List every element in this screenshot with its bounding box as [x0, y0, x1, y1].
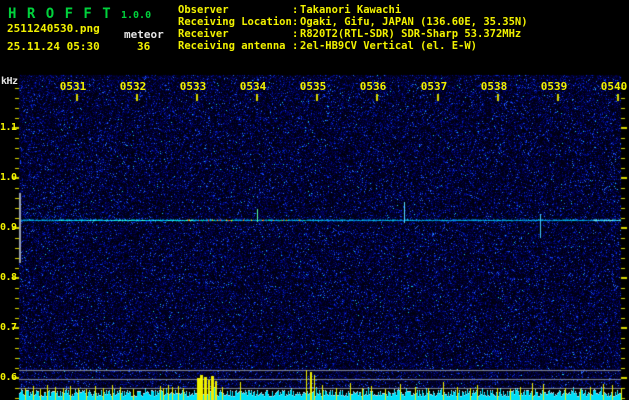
- time-tick-label: 0537: [420, 80, 448, 93]
- time-tick-label: 0534: [239, 80, 267, 93]
- observer-value: Takanori Kawachi: [300, 4, 402, 16]
- time-tick-label: 0536: [359, 80, 387, 93]
- freq-tick-label: 0.8: [0, 272, 17, 283]
- separator: :: [292, 16, 299, 28]
- observer-label: Observer: [178, 4, 229, 16]
- meteor-count: 36: [137, 40, 151, 53]
- app-title: H R O F F T: [8, 6, 112, 22]
- freq-tick-label: 1.1: [0, 122, 17, 133]
- receiver-value: R820T2(RTL-SDR) SDR-Sharp 53.372MHz: [300, 28, 522, 40]
- time-tick-label: 0531: [59, 80, 87, 93]
- freq-axis-unit: kHz: [1, 76, 18, 87]
- time-tick-label: 0540: [600, 80, 628, 93]
- time-tick-label: 0538: [480, 80, 508, 93]
- receiver-label: Receiver: [178, 28, 229, 40]
- spectrogram-canvas: [0, 0, 629, 400]
- info-row-antenna: Receiving antenna:2el-HB9CV Vertical (el…: [178, 40, 477, 52]
- freq-tick-label: 1.0: [0, 172, 17, 183]
- output-filename: 2511240530.png: [7, 22, 100, 35]
- location-value: Ogaki, Gifu, JAPAN (136.60E, 35.35N): [300, 16, 528, 28]
- freq-tick-label: 0.6: [0, 372, 17, 383]
- app-version: 1.0.0: [121, 10, 152, 21]
- freq-tick-label: 0.7: [0, 322, 17, 333]
- separator: :: [292, 4, 299, 16]
- info-row-location: Receiving Location: Ogaki, Gifu, JAPAN (1…: [178, 16, 528, 28]
- location-label: Receiving Location: [178, 16, 292, 28]
- time-tick-label: 0535: [299, 80, 327, 93]
- time-tick-label: 0532: [119, 80, 147, 93]
- freq-tick-label: 0.9: [0, 222, 17, 233]
- datetime-label: 25.11.24 05:30: [7, 40, 100, 53]
- antenna-label: Receiving antenna: [178, 40, 286, 52]
- separator: :: [292, 40, 299, 52]
- hrofft-window: H R O F F T 1.0.0 2511240530.png meteor …: [0, 0, 629, 400]
- antenna-value: 2el-HB9CV Vertical (el. E-W): [300, 40, 478, 52]
- time-tick-label: 0539: [540, 80, 568, 93]
- info-row-observer: Observer: Takanori Kawachi: [178, 4, 401, 16]
- time-tick-label: 0533: [179, 80, 207, 93]
- info-row-receiver: Receiver: R820T2(RTL-SDR) SDR-Sharp 53.37…: [178, 28, 521, 40]
- separator: :: [292, 28, 299, 40]
